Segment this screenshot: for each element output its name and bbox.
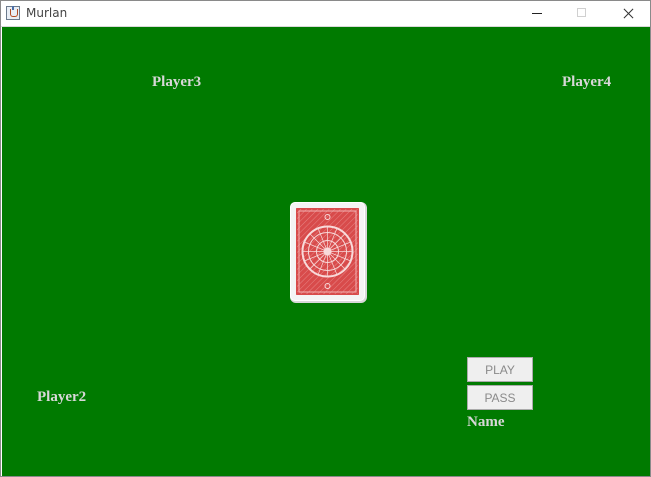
window-title: Murlan (26, 6, 68, 20)
current-player-name: Name (467, 414, 505, 430)
player3-label: Player3 (152, 74, 202, 90)
maximize-button[interactable] (559, 1, 605, 26)
card-pattern-graphic (296, 208, 359, 295)
play-button[interactable]: PLAY (467, 357, 533, 382)
close-button[interactable] (605, 1, 651, 26)
player2-label: Player2 (37, 389, 87, 405)
title-bar: Murlan (1, 1, 650, 27)
game-table: Player3 Player4 Player2 PLAY PASS Name (2, 27, 650, 476)
player4-label: Player4 (562, 74, 612, 90)
pass-button[interactable]: PASS (467, 385, 533, 410)
minimize-button[interactable] (514, 1, 560, 26)
java-app-icon (6, 6, 20, 20)
card-back-pattern (296, 208, 359, 295)
card-back[interactable] (291, 203, 364, 300)
application-window: Murlan Player3 Player4 Player2 PLAY PASS… (0, 0, 651, 477)
